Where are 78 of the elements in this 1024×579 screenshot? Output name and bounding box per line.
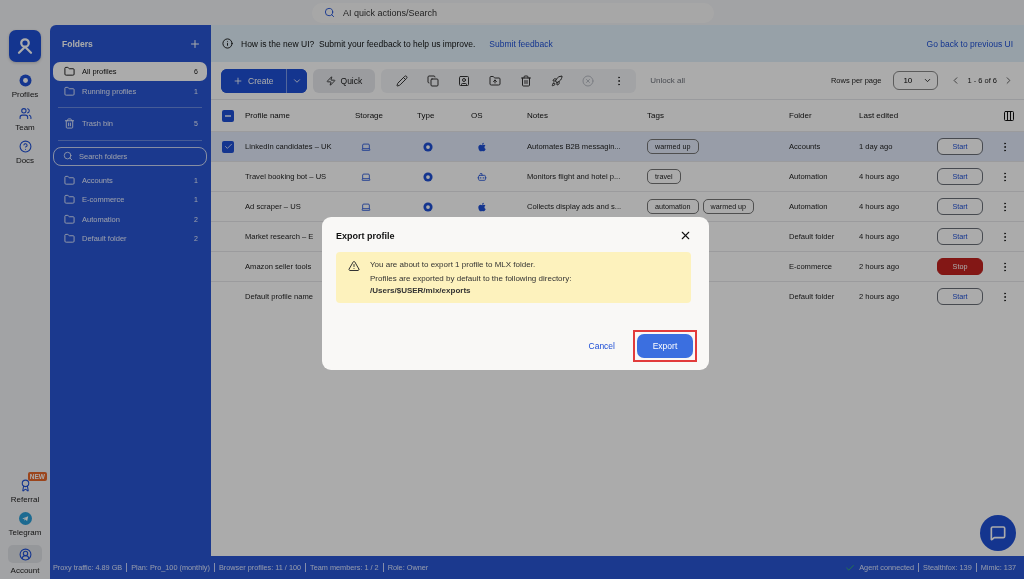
folder-icon (489, 74, 502, 87)
rail-item[interactable]: Account (3, 541, 47, 579)
columns-button[interactable] (1003, 109, 1015, 122)
rail-label: Profiles (11, 90, 39, 99)
circle-x-icon (582, 74, 595, 87)
team-icon (18, 107, 32, 120)
column-header[interactable]: Type (417, 111, 435, 120)
robot-icon (477, 171, 487, 182)
rail-item[interactable]: Profiles (3, 70, 47, 103)
cancel-button[interactable]: Cancel (582, 340, 621, 352)
help-icon (18, 140, 32, 153)
profiles-icon (18, 74, 32, 87)
folder-icon (64, 85, 75, 97)
dialog-title: Export profile (336, 230, 395, 241)
browser-icon (423, 171, 433, 182)
rail-item[interactable]: Docs (3, 136, 47, 169)
column-header[interactable]: OS (471, 111, 483, 120)
rail-item[interactable]: Team (3, 103, 47, 136)
page-size-select[interactable]: 10 (893, 71, 939, 90)
column-header[interactable]: Profile name (245, 111, 290, 120)
plus-icon (233, 75, 243, 86)
apple-icon (477, 201, 487, 212)
row-checkbox[interactable] (222, 140, 234, 153)
trash-icon (520, 74, 533, 87)
add-icon[interactable] (189, 38, 201, 50)
caret-icon (923, 76, 933, 85)
edit-icon (396, 74, 409, 87)
search-icon (324, 7, 335, 18)
column-header[interactable]: Tags (647, 111, 664, 120)
export-button[interactable]: Export (637, 334, 693, 358)
column-header[interactable]: Notes (527, 111, 548, 120)
feedback-link[interactable]: Submit feedback (489, 38, 553, 49)
id-card-icon (458, 74, 471, 87)
apple-icon (477, 141, 487, 152)
browser-icon (423, 141, 433, 152)
user-icon (18, 547, 32, 561)
folder-icon (64, 194, 75, 205)
folder-icon (64, 66, 75, 77)
rail-label: Account (10, 566, 40, 575)
select-all-checkbox[interactable] (222, 109, 234, 122)
alert-message: You are about to export 1 profile to MLX folder. (370, 260, 537, 269)
laptop-icon (361, 201, 371, 212)
rail-label: Referral (10, 495, 40, 504)
chat-icon (990, 525, 1006, 541)
search-field[interactable]: AI quick actions/Search (312, 2, 714, 23)
panel-title: Folders (62, 39, 93, 49)
create-menu-button[interactable] (285, 68, 307, 93)
column-header[interactable]: Last edited (859, 111, 899, 120)
rail-item[interactable]: Telegram (3, 508, 47, 541)
previous-ui-link[interactable]: Go back to previous UI (926, 38, 1013, 49)
browser-icon (423, 201, 433, 212)
export-path: /Users/$USER/mlx/exports (370, 286, 472, 295)
column-header[interactable]: Folder (789, 111, 812, 120)
banner-text: How is the new UI? Submit your feedback to help us improve. (241, 38, 476, 49)
column-header[interactable]: Storage (355, 111, 384, 120)
info-icon (222, 38, 233, 49)
telegram-icon (18, 512, 32, 525)
quick-button[interactable]: Quick (312, 68, 376, 93)
check-icon (223, 142, 233, 151)
rocket-icon (551, 74, 564, 87)
lightning-icon (325, 75, 336, 86)
laptop-icon (361, 171, 371, 182)
check-icon (845, 562, 856, 573)
folder-icon (64, 213, 75, 225)
search-icon (63, 151, 73, 161)
rail-label: Team (15, 123, 35, 132)
rail-label: Telegram (8, 528, 42, 537)
close-button[interactable] (679, 229, 692, 242)
trash-icon (64, 118, 75, 129)
folder-icon (64, 233, 75, 244)
laptop-icon (361, 141, 371, 152)
alert-detail: Profiles are exported by default to the following directory: (370, 274, 572, 283)
close-icon (679, 229, 692, 242)
copy-icon (427, 74, 440, 87)
warning-icon (348, 260, 360, 272)
folder-icon (64, 174, 75, 186)
app-logo (9, 30, 41, 62)
rail-label: Docs (15, 156, 35, 165)
